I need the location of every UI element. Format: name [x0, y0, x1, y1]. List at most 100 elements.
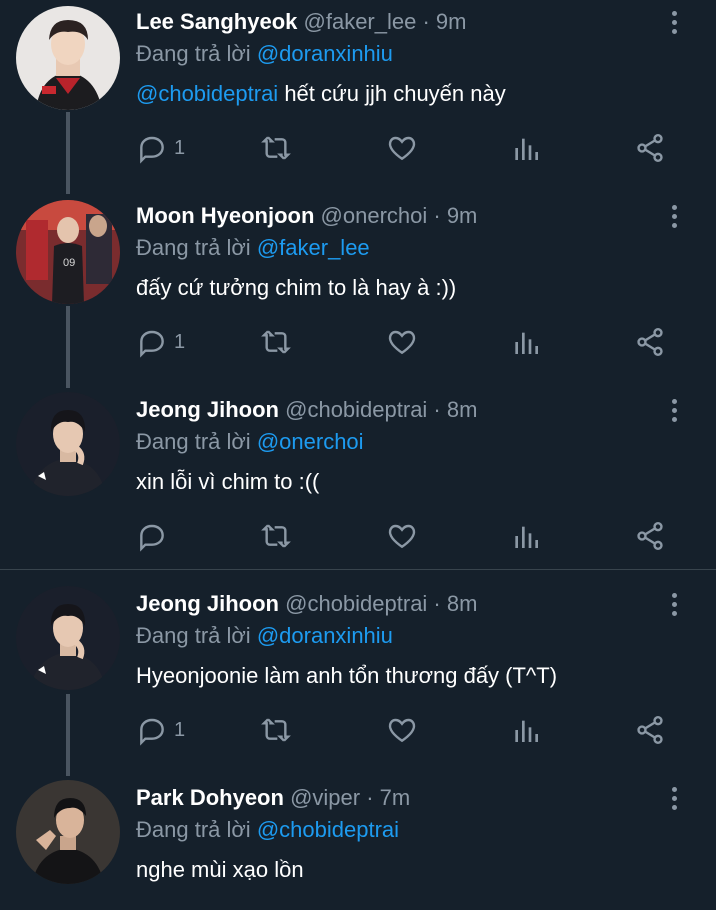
tweet-actions: 1	[136, 322, 696, 362]
like-button[interactable]	[386, 128, 418, 168]
analytics-icon	[515, 138, 538, 160]
retweet-button[interactable]	[260, 710, 292, 750]
analytics-icon	[515, 332, 538, 354]
avatar[interactable]: 09	[16, 200, 120, 304]
replying-to-handle[interactable]: @chobideptrai	[257, 817, 399, 842]
author-handle-time: @chobideptrai · 8m	[285, 397, 478, 422]
tweet-text: đấy cứ tưởng chim to là hay à :))	[136, 275, 457, 300]
author-name[interactable]: Moon Hyeonjoon	[136, 203, 314, 228]
author-handle-time: @chobideptrai · 8m	[285, 591, 478, 616]
tweet[interactable]: Jeong Jihoon @chobideptrai · 8m Đang trả…	[0, 582, 716, 776]
more-vertical-icon[interactable]	[664, 396, 684, 426]
views-button[interactable]	[510, 128, 542, 168]
author-handle-time: @onerchoi · 9m	[320, 203, 478, 228]
retweet-button[interactable]	[260, 322, 292, 362]
tweet[interactable]: Park Dohyeon @viper · 7m Đang trả lời @c…	[0, 776, 716, 910]
replying-to-label: Đang trả lời	[136, 429, 251, 454]
replying-to-handle[interactable]: @faker_lee	[257, 235, 370, 260]
author-name[interactable]: Jeong Jihoon	[136, 397, 279, 422]
tweet-actions: 1	[136, 710, 696, 750]
replying-to: Đang trả lời @doranxinhiu	[136, 40, 393, 68]
reply-count: 1	[174, 718, 186, 741]
reply-icon	[140, 136, 164, 164]
avatar[interactable]	[16, 392, 120, 496]
tweet-actions	[136, 516, 696, 556]
replying-to-label: Đang trả lời	[136, 41, 251, 66]
retweet-button[interactable]	[260, 128, 292, 168]
author-handle-time: @faker_lee · 9m	[303, 9, 467, 34]
tweet-mention[interactable]: @chobideptrai	[136, 81, 278, 106]
like-button[interactable]	[386, 322, 418, 362]
replying-to-label: Đang trả lời	[136, 235, 251, 260]
tweet-header: Jeong Jihoon @chobideptrai · 8m	[136, 590, 477, 618]
more-vertical-icon[interactable]	[664, 8, 684, 38]
reply-button[interactable]: 1	[136, 128, 185, 168]
tweet-header: Lee Sanghyeok @faker_lee · 9m	[136, 8, 466, 36]
tweet-text: Hyeonjoonie làm anh tổn thương đấy (T^T)	[136, 663, 558, 688]
replying-to: Đang trả lời @onerchoi	[136, 428, 364, 456]
avatar[interactable]	[16, 586, 120, 690]
heart-icon	[388, 718, 416, 743]
more-vertical-icon[interactable]	[664, 784, 684, 814]
avatar[interactable]	[16, 6, 120, 110]
share-button[interactable]	[634, 516, 666, 556]
retweet-button[interactable]	[260, 516, 292, 556]
replying-to: Đang trả lời @chobideptrai	[136, 816, 399, 844]
tweet[interactable]: Jeong Jihoon @chobideptrai · 8m Đang trả…	[0, 388, 716, 570]
analytics-icon	[515, 526, 538, 548]
retweet-icon	[261, 136, 291, 160]
tweet-text: @chobideptrai hết cứu jjh chuyến này	[136, 80, 506, 108]
tweet-text: xin lỗi vì chim to :((	[136, 469, 320, 494]
tweet-text: nghe mùi xạo lồn	[136, 857, 304, 882]
reply-count: 1	[174, 136, 186, 159]
views-button[interactable]	[510, 710, 542, 750]
views-button[interactable]	[510, 516, 542, 556]
author-handle-time: @viper · 7m	[290, 785, 411, 810]
svg-text:09: 09	[63, 257, 75, 269]
tweet[interactable]: 09 Moon Hyeonjoon @onerchoi · 9m Đang tr…	[0, 194, 716, 388]
replying-to-handle[interactable]: @doranxinhiu	[257, 623, 393, 648]
author-name[interactable]: Park Dohyeon	[136, 785, 284, 810]
replying-to-handle[interactable]: @doranxinhiu	[257, 41, 393, 66]
tweet-header: Moon Hyeonjoon @onerchoi · 9m	[136, 202, 477, 230]
replying-to-label: Đang trả lời	[136, 623, 251, 648]
share-icon	[637, 134, 663, 162]
tweet[interactable]: Lee Sanghyeok @faker_lee · 9m Đang trả l…	[0, 0, 716, 194]
retweet-icon	[261, 524, 291, 548]
like-button[interactable]	[386, 516, 418, 556]
more-vertical-icon[interactable]	[664, 202, 684, 232]
reply-button[interactable]	[136, 516, 174, 556]
share-button[interactable]	[634, 710, 666, 750]
author-name[interactable]: Lee Sanghyeok	[136, 9, 297, 34]
reply-icon	[140, 718, 164, 746]
reply-icon	[140, 330, 164, 358]
share-icon	[637, 716, 663, 744]
tweet-header: Jeong Jihoon @chobideptrai · 8m	[136, 396, 477, 424]
tweet-header: Park Dohyeon @viper · 7m	[136, 784, 410, 812]
tweet-actions: 1	[136, 128, 696, 168]
replying-to: Đang trả lời @doranxinhiu	[136, 622, 393, 650]
like-button[interactable]	[386, 710, 418, 750]
share-icon	[637, 522, 663, 550]
share-button[interactable]	[634, 322, 666, 362]
heart-icon	[388, 330, 416, 355]
retweet-icon	[261, 718, 291, 742]
views-button[interactable]	[510, 322, 542, 362]
retweet-icon	[261, 330, 291, 354]
author-name[interactable]: Jeong Jihoon	[136, 591, 279, 616]
reply-count: 1	[174, 330, 186, 353]
analytics-icon	[515, 720, 538, 742]
heart-icon	[388, 524, 416, 549]
replying-to: Đang trả lời @faker_lee	[136, 234, 370, 262]
reply-button[interactable]: 1	[136, 710, 185, 750]
more-vertical-icon[interactable]	[664, 590, 684, 620]
tweet-text-content: hết cứu jjh chuyến này	[278, 81, 506, 106]
reply-icon	[140, 524, 164, 552]
replying-to-label: Đang trả lời	[136, 817, 251, 842]
heart-icon	[388, 136, 416, 161]
replying-to-handle[interactable]: @onerchoi	[257, 429, 364, 454]
share-icon	[637, 328, 663, 356]
share-button[interactable]	[634, 128, 666, 168]
avatar[interactable]	[16, 780, 120, 884]
reply-button[interactable]: 1	[136, 322, 185, 362]
